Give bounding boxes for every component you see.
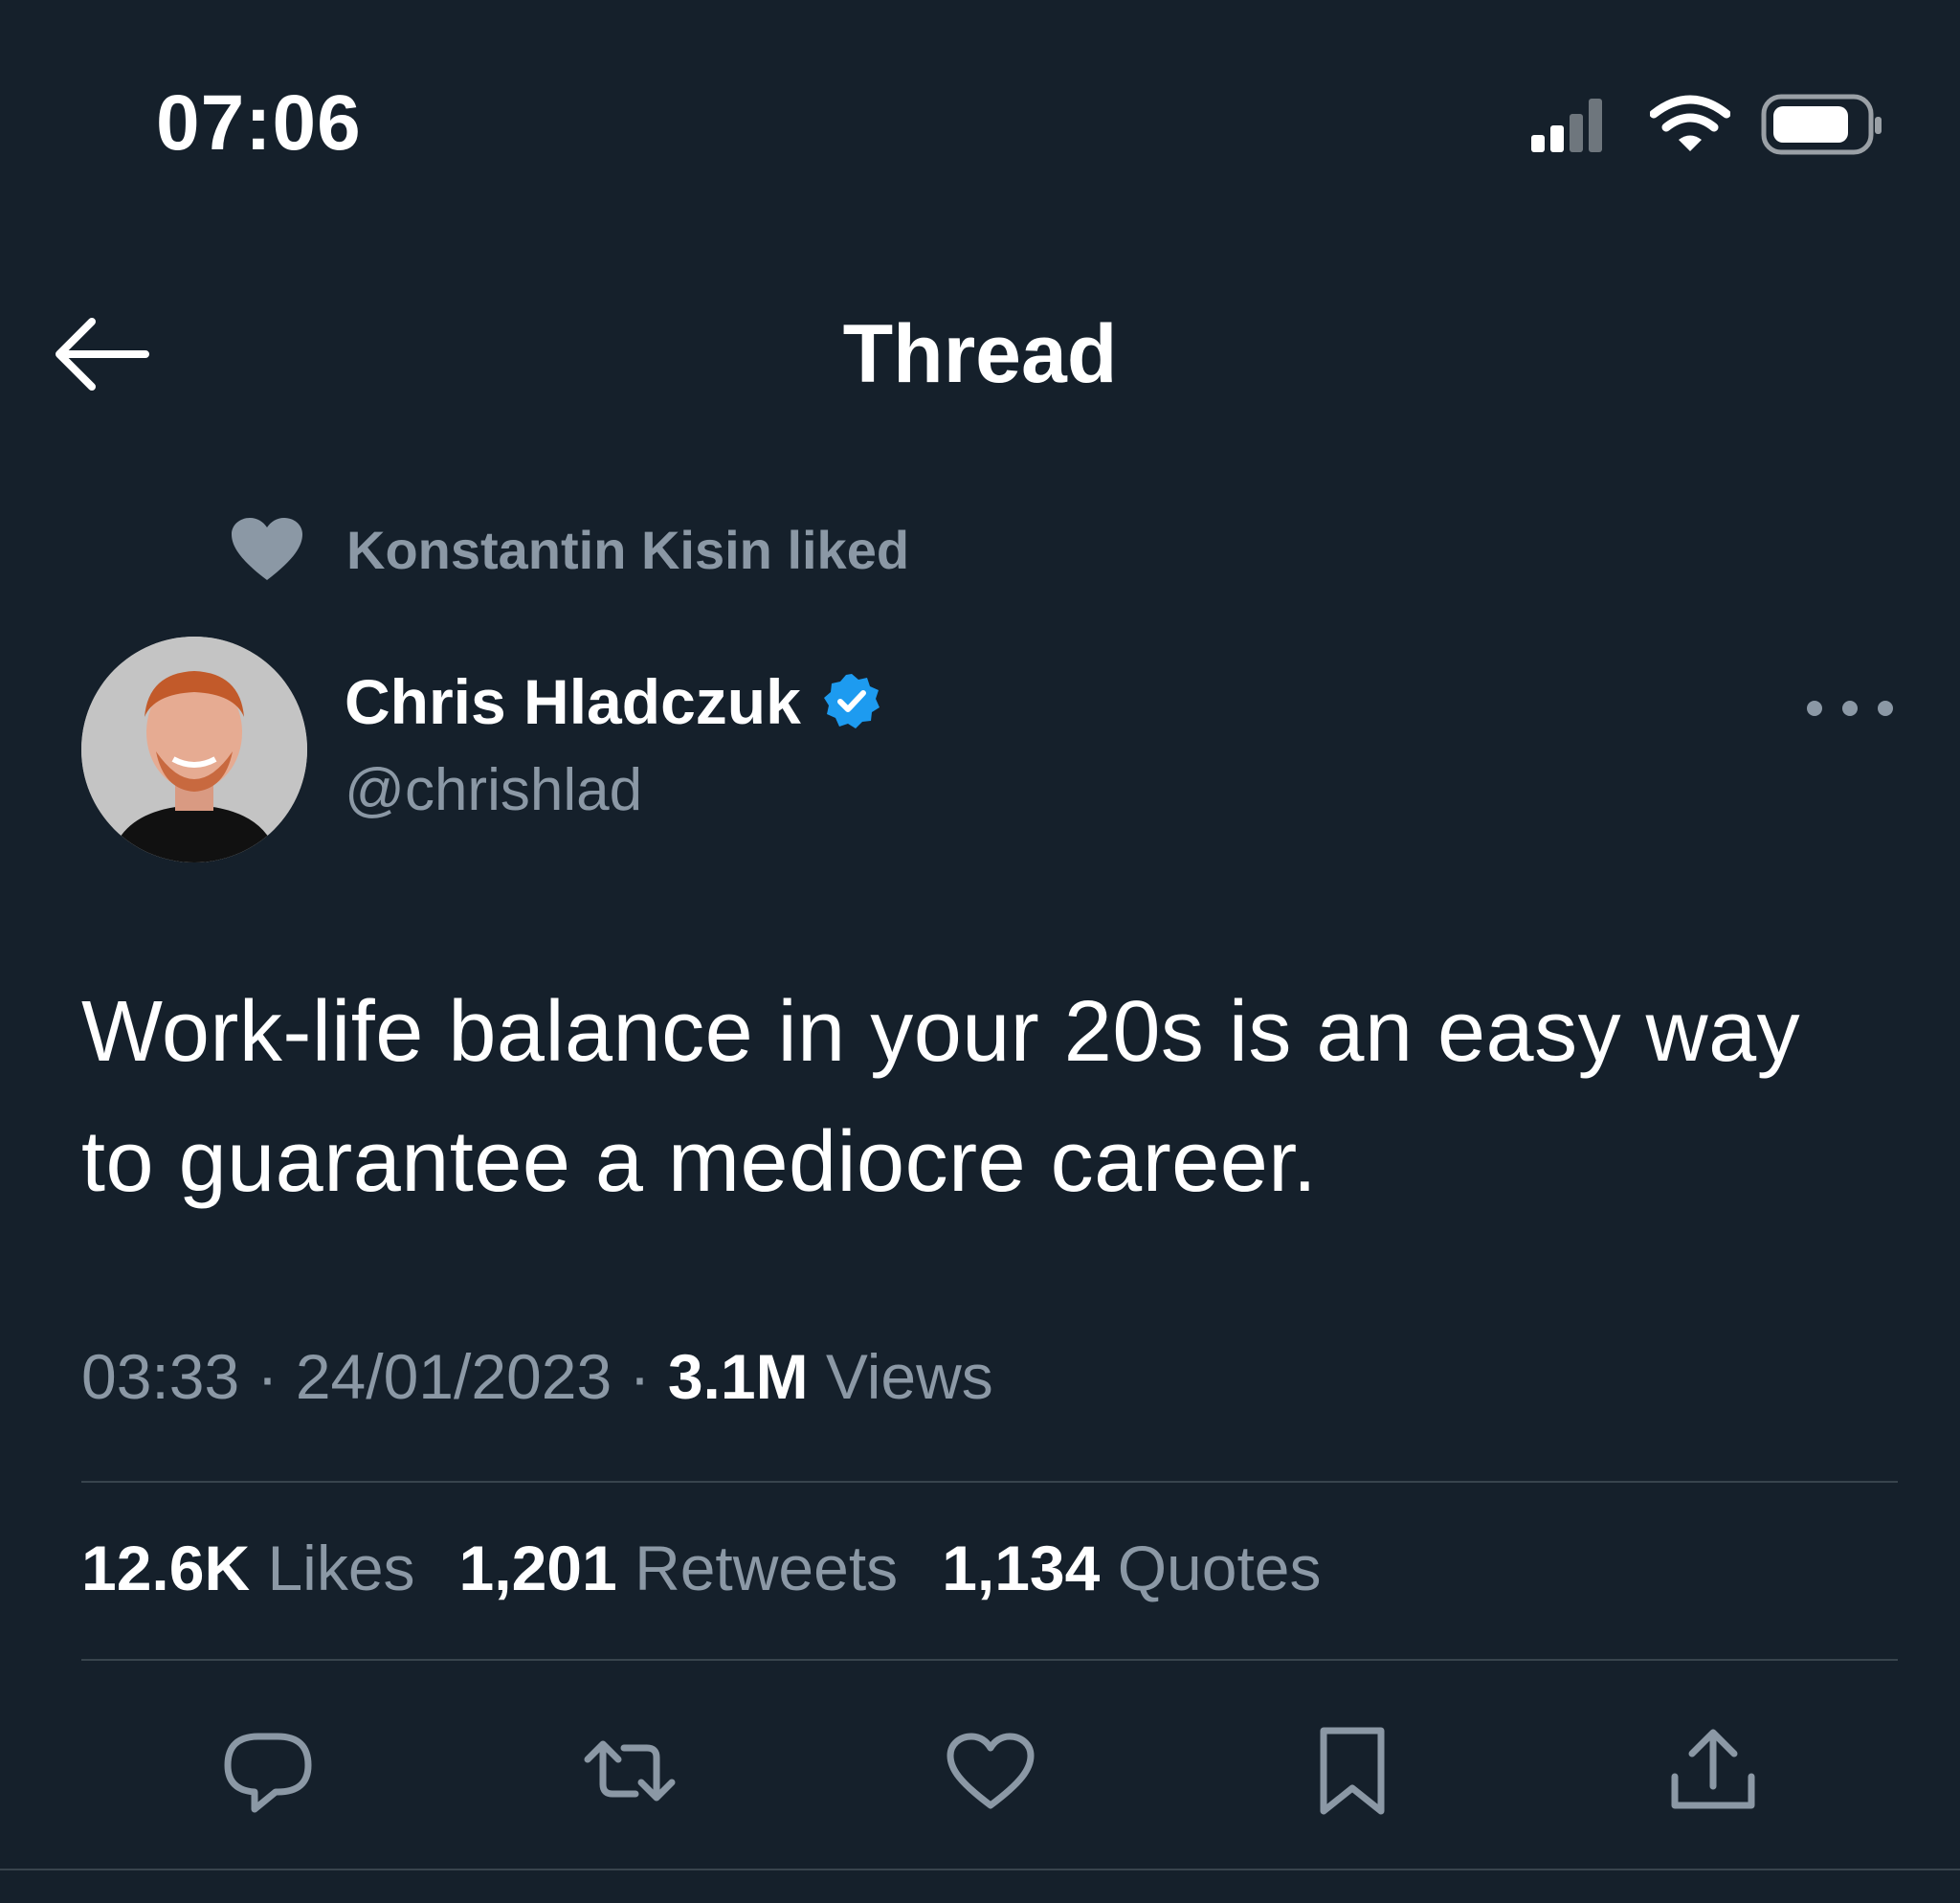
author-name[interactable]: Chris Hladczuk: [345, 670, 801, 733]
bookmark-button[interactable]: [1300, 1718, 1405, 1824]
verified-badge-icon: [823, 674, 880, 728]
quotes-count: 1,134: [942, 1533, 1101, 1603]
share-button[interactable]: [1660, 1718, 1766, 1824]
social-context-text[interactable]: Konstantin Kisin liked: [346, 519, 909, 581]
views-label: Views: [825, 1341, 993, 1412]
author-name-row[interactable]: Chris Hladczuk: [345, 670, 881, 733]
more-dot-icon: [1807, 701, 1822, 716]
likes-label: Likes: [267, 1533, 415, 1603]
status-icons: [1531, 94, 1883, 155]
heart-filled-icon: [232, 518, 302, 580]
share-icon: [1671, 1729, 1755, 1809]
battery-icon: [1761, 94, 1882, 155]
tweet-date[interactable]: 24/01/2023: [296, 1341, 612, 1412]
retweets-label: Retweets: [635, 1533, 899, 1603]
retweet-button[interactable]: [577, 1718, 682, 1824]
more-dot-icon: [1878, 701, 1893, 716]
tweet-text: Work-life balance in your 20s is an easy…: [81, 984, 1801, 1210]
views-count: 3.1M: [667, 1341, 809, 1412]
divider: [0, 1869, 1960, 1870]
page-title: Thread: [842, 308, 1118, 400]
retweets-stat[interactable]: 1,201 Retweets: [459, 1536, 899, 1600]
reply-button[interactable]: [215, 1718, 321, 1824]
meta-separator: ·: [629, 1341, 651, 1412]
cellular-signal-icon: [1531, 99, 1602, 152]
wifi-icon: [1650, 95, 1730, 151]
like-button[interactable]: [938, 1718, 1043, 1824]
more-options-button[interactable]: [1807, 694, 1893, 723]
retweets-count: 1,201: [458, 1533, 617, 1603]
action-bar: [215, 1718, 1766, 1824]
status-time: 07:06: [156, 79, 362, 167]
reply-icon: [224, 1733, 312, 1813]
tweet-meta: 03:33 · 24/01/2023 · 3.1M Views: [81, 1345, 993, 1408]
engagement-stats: 12.6K Likes 1,201 Retweets 1,134 Quotes: [81, 1536, 1322, 1600]
divider: [81, 1659, 1898, 1661]
profile-photo: [81, 637, 307, 862]
more-dot-icon: [1842, 701, 1858, 716]
like-icon: [947, 1733, 1035, 1809]
divider: [81, 1481, 1898, 1483]
quotes-label: Quotes: [1117, 1533, 1322, 1603]
avatar[interactable]: [81, 637, 307, 862]
quotes-stat[interactable]: 1,134 Quotes: [942, 1536, 1321, 1600]
meta-separator: ·: [256, 1341, 278, 1412]
retweet-icon: [584, 1740, 675, 1802]
likes-stat[interactable]: 12.6K Likes: [81, 1536, 415, 1600]
tweet-time[interactable]: 03:33: [81, 1341, 239, 1412]
social-context: Konstantin Kisin liked: [230, 517, 909, 582]
likes-count: 12.6K: [81, 1533, 251, 1603]
bookmark-icon: [1320, 1727, 1384, 1815]
author-handle[interactable]: @chrishlad: [345, 761, 642, 820]
